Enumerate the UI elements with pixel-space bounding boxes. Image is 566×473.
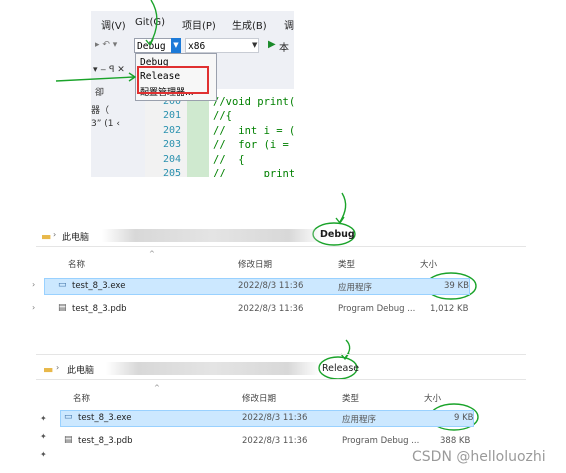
blurred-path	[106, 362, 320, 375]
sort-arrow-icon: ^	[149, 250, 155, 258]
column-type[interactable]: 类型	[338, 258, 355, 270]
folder-icon: ▬	[41, 230, 52, 243]
file-date: 2022/8/3 11:36	[242, 436, 308, 446]
divider	[36, 246, 526, 247]
breadcrumb-root[interactable]: 此电脑	[67, 363, 94, 376]
explorer-release: ▬ › 此电脑 Release 名称 ^ 修改日期 类型 大小 ✦ ✦ ✦ ▭ …	[36, 354, 526, 464]
chevron-right-icon[interactable]: ›	[53, 230, 56, 239]
sort-arrow-icon: ^	[154, 384, 160, 392]
blurred-path	[102, 229, 322, 242]
pdb-file-icon: ▤	[64, 435, 73, 445]
breadcrumb-folder[interactable]: Release	[322, 363, 359, 374]
explorer-debug: ▬ › 此电脑 › Debug 名称 ^ 修改日期 类型 大小 › ▭ test…	[32, 222, 526, 322]
divider	[36, 354, 526, 355]
file-name[interactable]: test_8_3.exe	[72, 281, 125, 291]
chevron-right-icon[interactable]: ›	[56, 363, 59, 372]
file-name[interactable]: test_8_3.exe	[78, 413, 131, 423]
exe-file-icon: ▭	[64, 412, 73, 422]
file-name[interactable]: test_8_3.pdb	[78, 436, 133, 446]
file-date: 2022/8/3 11:36	[238, 304, 304, 314]
column-date[interactable]: 修改日期	[242, 392, 276, 404]
watermark: CSDN @helloluozhi	[412, 449, 546, 465]
file-size: 39 KB	[444, 281, 469, 291]
pin-icon[interactable]: ✦	[40, 414, 47, 423]
file-type: Program Debug ...	[342, 436, 420, 446]
file-size: 9 KB	[454, 413, 474, 423]
file-type: Program Debug ...	[338, 304, 416, 314]
exe-file-icon: ▭	[58, 280, 67, 290]
file-name[interactable]: test_8_3.pdb	[72, 304, 127, 314]
breadcrumb-root[interactable]: 此电脑	[62, 230, 89, 243]
file-size: 1,012 KB	[430, 304, 469, 314]
file-date: 2022/8/3 11:36	[242, 413, 308, 423]
pdb-file-icon: ▤	[58, 303, 67, 313]
column-type[interactable]: 类型	[342, 392, 359, 404]
pin-icon[interactable]: ✦	[40, 450, 47, 459]
pin-icon[interactable]: ✦	[40, 432, 47, 441]
column-name[interactable]: 名称	[73, 392, 90, 404]
file-type: 应用程序	[338, 283, 373, 293]
folder-icon: ▬	[43, 363, 54, 376]
column-size[interactable]: 大小	[420, 258, 437, 270]
nav-expand-icon[interactable]: ›	[32, 280, 35, 289]
file-size: 388 KB	[440, 436, 471, 446]
divider	[36, 379, 526, 380]
column-name[interactable]: 名称	[68, 258, 85, 270]
file-date: 2022/8/3 11:36	[238, 281, 304, 291]
nav-expand-icon[interactable]: ›	[32, 303, 35, 312]
column-date[interactable]: 修改日期	[238, 258, 272, 270]
breadcrumb-folder[interactable]: Debug	[320, 229, 355, 240]
column-size[interactable]: 大小	[424, 392, 441, 404]
file-type: 应用程序	[342, 415, 377, 425]
